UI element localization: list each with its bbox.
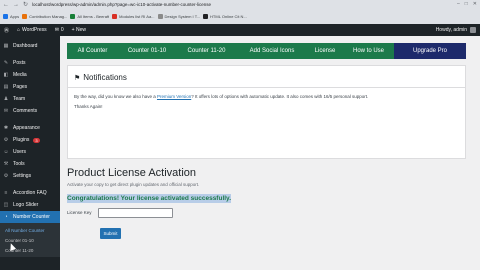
plugin-tabs: All Counter Counter 01-10 Counter 11-20 … — [67, 43, 466, 59]
tab-license[interactable]: License — [307, 43, 343, 59]
tab-how-to-use[interactable]: How to Use — [343, 43, 394, 59]
notifications-box: ⚑ Notifications By the way, did you know… — [67, 65, 466, 159]
bookmark[interactable]: Modules list RI Aa... — [112, 14, 155, 19]
maximize-icon[interactable]: □ — [465, 1, 468, 7]
premium-version-link[interactable]: Premium Version — [157, 94, 191, 99]
site-name[interactable]: ⌂ WordPress — [13, 27, 51, 33]
bookmark[interactable]: Design System I T... — [157, 14, 200, 19]
tab-add-social-icons[interactable]: Add Social Icons — [237, 43, 307, 59]
bookmark[interactable]: All Items - Beeraft — [70, 14, 109, 19]
forward-icon[interactable]: → — [13, 2, 19, 8]
avatar — [470, 27, 476, 33]
submit-button[interactable]: Submit — [100, 228, 121, 239]
sidebar-item-accordion-faq[interactable]: ≡ Accordion FAQ — [0, 187, 60, 199]
sidebar-item-appearance[interactable]: ✱ Appearance — [0, 122, 60, 134]
divider — [68, 87, 465, 88]
browser-chrome: ← → ↻ localhost/wordpress/wp-admin/admin… — [0, 0, 480, 24]
bookmark[interactable]: Apps — [3, 14, 19, 19]
page-title: Product License Activation — [67, 167, 197, 179]
notifications-heading: ⚑ Notifications — [74, 73, 127, 82]
tab-upgrade-pro[interactable]: Upgrade Pro — [394, 43, 466, 59]
tab-counter-01-10[interactable]: Counter 01-10 — [118, 43, 176, 59]
comments-icon: ✉ — [3, 108, 9, 114]
sidebar-item-users[interactable]: ☺ Users — [0, 146, 60, 158]
tab-counter-11-20[interactable]: Counter 11-20 — [176, 43, 237, 59]
sidebar-item-media[interactable]: ◧ Media — [0, 69, 60, 81]
notice-thanks: Thanks Again! — [74, 104, 103, 109]
users-icon: ☺ — [3, 149, 9, 155]
team-icon: ♟ — [3, 96, 9, 102]
reload-icon[interactable]: ↻ — [23, 1, 28, 8]
bookmark-icon — [157, 14, 163, 19]
media-icon: ◧ — [3, 72, 9, 78]
sidebar-item-pages[interactable]: ▤ Pages — [0, 81, 60, 93]
license-key-input[interactable] — [98, 208, 173, 218]
window-controls: – □ ✕ — [457, 1, 477, 7]
activation-subtitle: Activate your copy to get direct plugin … — [67, 182, 200, 187]
tab-all-counter[interactable]: All Counter — [67, 43, 118, 59]
bookmark[interactable]: Contribution Manag... — [22, 14, 67, 19]
slider-icon: ◫ — [3, 202, 9, 208]
tools-icon: ⚒ — [3, 161, 9, 167]
notice-text: By the way, did you know we also have a … — [74, 94, 369, 99]
plugins-update-badge: 3 — [33, 137, 40, 143]
close-icon[interactable]: ✕ — [473, 1, 477, 7]
minimize-icon[interactable]: – — [457, 1, 460, 7]
success-message: Congratulations! Your license activated … — [67, 194, 231, 203]
counter-icon: ◔ — [4, 214, 8, 220]
sidebar-item-comments[interactable]: ✉ Comments — [0, 105, 60, 117]
license-key-label: License Key — [67, 210, 92, 215]
dashboard-icon: ▦ — [3, 43, 9, 49]
number-counter-submenu: All Number Counter Counter 01-10 Counter… — [0, 223, 60, 257]
admin-sidebar: ▦ Dashboard ✎ Posts ◧ Media ▤ Pages ♟ Team ✉ C… — [0, 36, 60, 270]
sidebar-item-team[interactable]: ♟ Team — [0, 93, 60, 105]
wp-admin-bar: Ⓦ ⌂ WordPress ✉ 0 + New Howdy, admin — [0, 24, 480, 36]
comments-link[interactable]: ✉ 0 — [51, 27, 68, 33]
sidebar-item-settings[interactable]: ⚙ Settings — [0, 170, 60, 182]
bookmark-icon — [112, 14, 118, 19]
bookmark-icon — [70, 14, 76, 19]
submenu-all-number-counter[interactable]: All Number Counter — [0, 225, 60, 235]
home-icon: ⌂ — [17, 27, 21, 33]
plugins-icon: ⚙ — [3, 137, 9, 143]
flag-icon: ⚑ — [74, 74, 81, 82]
back-icon[interactable]: ← — [3, 2, 9, 8]
address-bar[interactable]: ← → ↻ localhost/wordpress/wp-admin/admin… — [0, 0, 480, 9]
bookmark-icon — [22, 14, 28, 19]
user-menu[interactable]: Howdy, admin — [436, 27, 480, 33]
accordion-icon: ≡ — [4, 190, 8, 196]
sidebar-item-tools[interactable]: ⚒ Tools — [0, 158, 60, 170]
bookmarks-bar: Apps Contribution Manag... All Items - B… — [0, 9, 480, 24]
pages-icon: ▤ — [3, 84, 9, 90]
sidebar-item-plugins[interactable]: ⚙ Plugins 3 — [0, 134, 60, 146]
url-text[interactable]: localhost/wordpress/wp-admin/admin.php?p… — [32, 2, 211, 7]
comment-icon: ✉ — [54, 27, 59, 33]
wordpress-icon: Ⓦ — [4, 27, 10, 34]
wp-logo[interactable]: Ⓦ — [0, 27, 13, 34]
sidebar-item-dashboard[interactable]: ▦ Dashboard — [0, 40, 60, 52]
sidebar-item-logo-slider[interactable]: ◫ Logo Slider — [0, 199, 60, 211]
posts-icon: ✎ — [3, 60, 9, 66]
new-content-link[interactable]: + New — [68, 27, 90, 33]
sidebar-item-posts[interactable]: ✎ Posts — [0, 57, 60, 69]
sidebar-item-number-counter[interactable]: ◔ Number Counter — [0, 211, 60, 223]
settings-icon: ⚙ — [3, 173, 9, 179]
bookmark[interactable]: HTML Online Cit N... — [203, 14, 247, 19]
apps-icon — [3, 14, 8, 19]
main-content: All Counter Counter 01-10 Counter 11-20 … — [60, 36, 480, 270]
bookmark-icon — [203, 14, 209, 19]
appearance-icon: ✱ — [3, 125, 9, 131]
